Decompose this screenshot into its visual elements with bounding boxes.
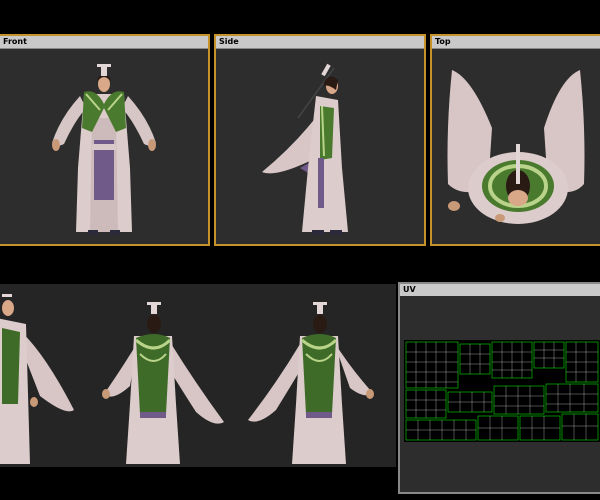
front-character-model [52,64,156,235]
uv-viewport-title: UV [403,285,416,294]
perspective-viewport[interactable] [0,284,396,467]
back-three-quarter-model [248,302,374,464]
top-viewport-title: Top [435,37,451,46]
front-viewport[interactable]: Front [0,34,210,246]
uv-viewport[interactable]: UV [398,282,600,494]
three-quarter-model [0,294,74,464]
top-viewport[interactable]: Top [430,34,600,246]
side-character-model [262,63,348,235]
top-character-model [447,70,585,224]
side-viewport-title: Side [219,37,239,46]
uv-layout-canvas [404,340,600,442]
side-viewport[interactable]: Side [214,34,426,246]
front-viewport-title: Front [3,37,27,46]
perspective-character-models [0,294,374,464]
back-view-model [102,302,224,464]
